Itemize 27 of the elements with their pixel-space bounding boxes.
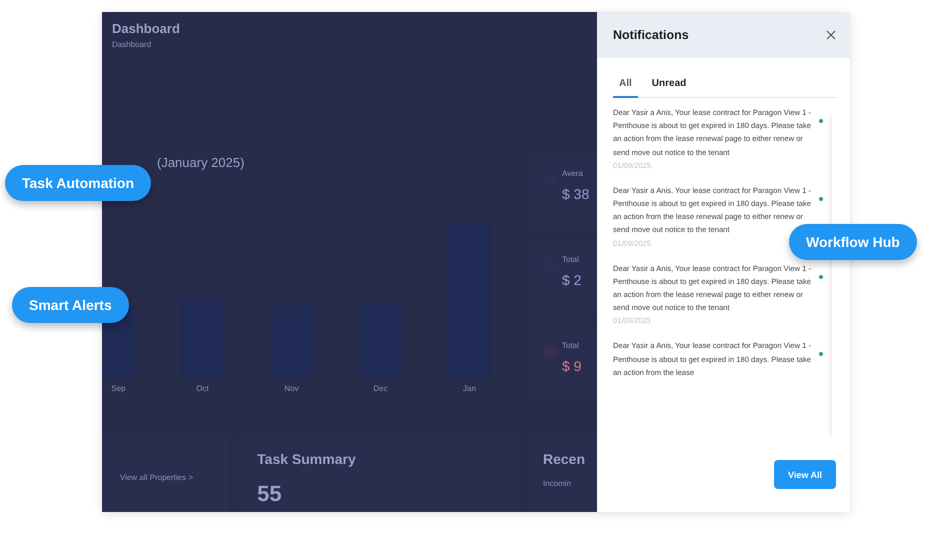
month-label: Oct — [196, 384, 209, 393]
breadcrumb[interactable]: Dashboard — [112, 40, 597, 49]
stat-value: $ 38 — [562, 186, 590, 202]
tab[interactable]: Unread — [652, 78, 692, 98]
view-all-button[interactable]: View All — [774, 460, 836, 489]
feature-callout: Smart Alerts — [12, 287, 129, 323]
feature-callout: Workflow Hub — [789, 224, 917, 260]
card-title: Task Summary — [257, 450, 357, 467]
month-label: Sep — [111, 384, 126, 393]
card-subtitle: Incomin — [542, 478, 572, 488]
stat-label: Total — [562, 254, 580, 264]
month-label: Dec — [373, 384, 388, 393]
chart-title: (January 2025) — [157, 154, 246, 170]
month-label: Jan — [463, 384, 476, 393]
stat-value: $ 2 — [562, 272, 582, 288]
month-label: Nov — [284, 384, 299, 393]
panel-title: Notifications — [613, 28, 689, 42]
view-properties-link[interactable]: View all Properties > — [120, 472, 193, 482]
stat-label: Avera — [562, 168, 584, 178]
stat-value: $ 9 — [562, 358, 582, 374]
tab[interactable]: All — [613, 78, 638, 98]
close-icon[interactable] — [826, 30, 836, 40]
page-title: Dashboard — [112, 21, 181, 36]
task-count: 55 — [257, 480, 283, 507]
stat-label: Total — [562, 340, 580, 350]
card-title: Recen — [542, 450, 585, 467]
feature-callout: Task Automation — [5, 165, 152, 201]
